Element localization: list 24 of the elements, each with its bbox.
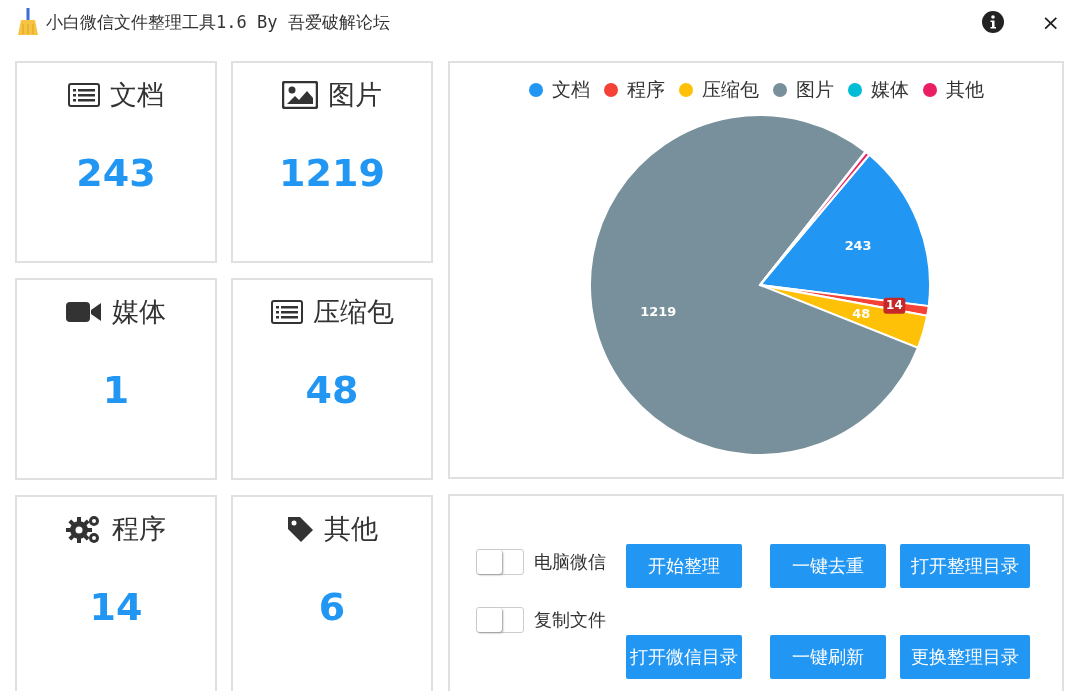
category-label: 其他 [324,512,378,546]
file-count: 243 [76,151,156,195]
window-title: 小白微信文件整理工具1.6 By 吾爱破解论坛 [46,10,390,34]
category-label: 压缩包 [312,295,394,329]
file-count: 1 [102,368,130,412]
toggle-label: 电脑微信 [534,550,606,574]
legend-label: 媒体 [870,77,909,102]
slice-label: 48 [852,305,871,321]
legend-label: 程序 [626,77,665,102]
file-count: 14 [89,585,143,629]
category-label: 媒体 [112,295,166,329]
legend-label: 图片 [795,77,834,102]
file-count: 48 [305,368,359,412]
legend-label: 压缩包 [701,77,759,102]
toggle-label: 复制文件 [534,608,606,632]
file-count: 1219 [279,151,385,195]
slice-label: 243 [844,238,872,253]
file-count: 6 [318,585,346,629]
category-label: 文档 [110,78,164,112]
legend-label: 文档 [551,77,590,102]
slice-label: 1219 [640,303,677,319]
category-label: 程序 [112,512,166,546]
legend-label: 其他 [945,77,984,102]
category-label: 图片 [328,78,382,112]
